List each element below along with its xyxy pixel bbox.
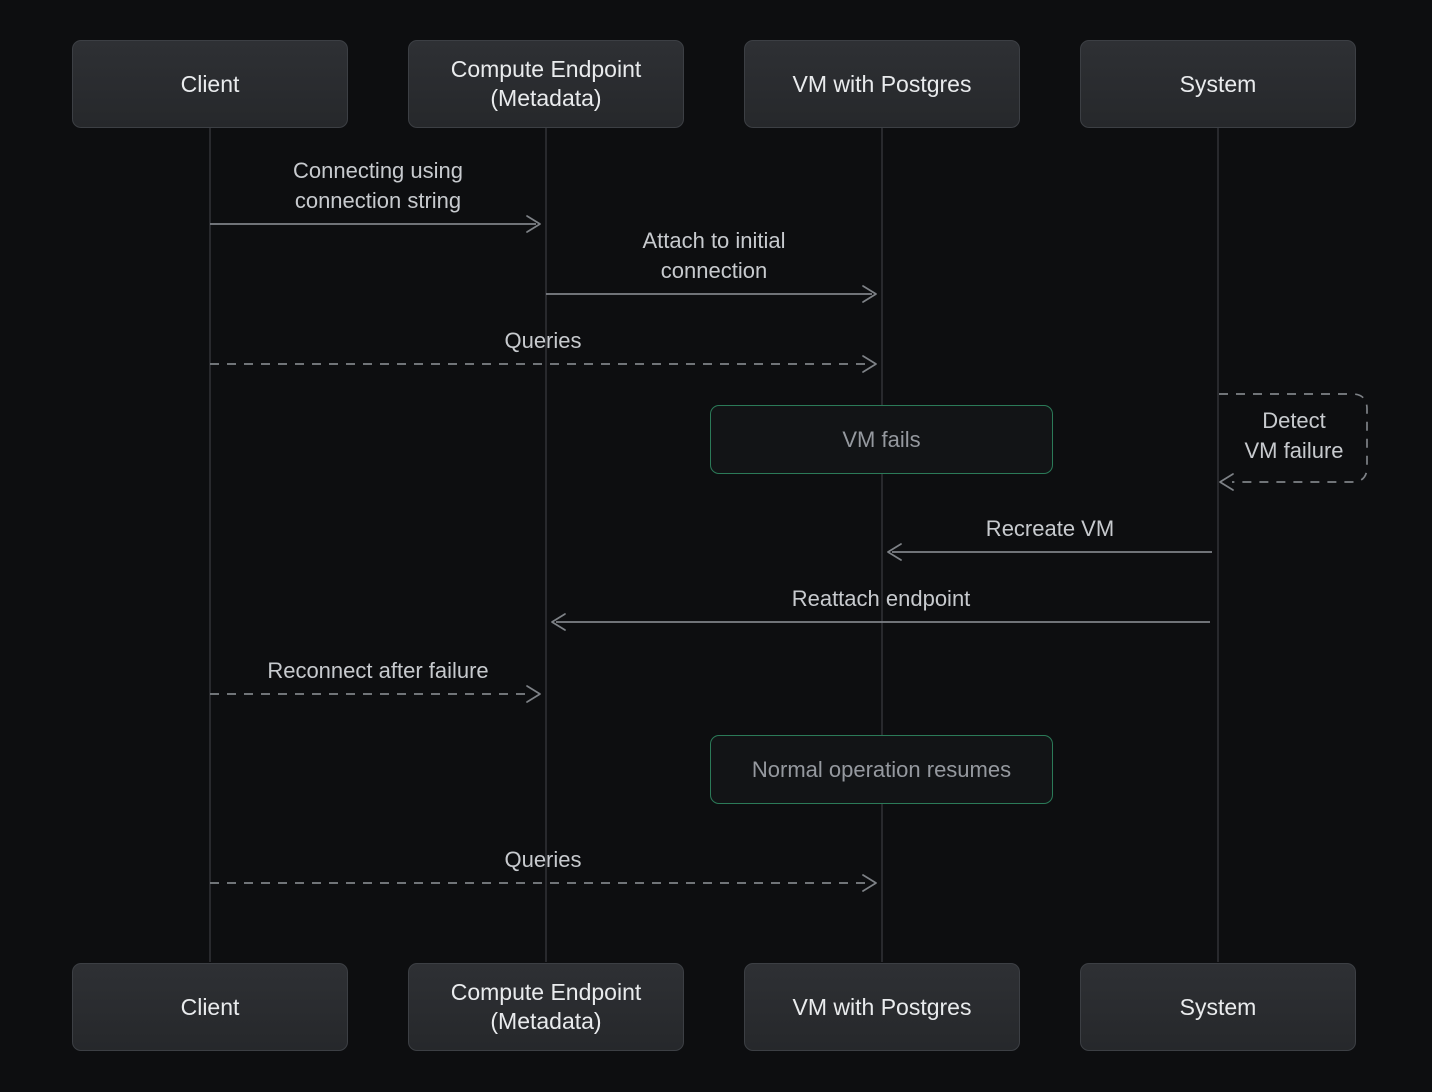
lifeline-vm-with-postgres <box>881 128 883 962</box>
note-vm-fails: VM fails <box>710 405 1053 474</box>
lifeline-compute-endpoint <box>545 128 547 962</box>
arrow-reconnect-after-failure <box>210 686 540 702</box>
arrow-queries-2 <box>210 875 876 891</box>
message-label-connecting-using-connection-string: Connecting using connection string <box>293 156 463 216</box>
arrow-connecting-using-connection-string <box>210 216 540 232</box>
message-label-reattach-endpoint: Reattach endpoint <box>792 584 971 614</box>
self-note-detect-vm-failure: Detect VM failure <box>1244 406 1343 466</box>
actor-system-top: System <box>1080 40 1356 128</box>
lifeline-system <box>1217 128 1219 962</box>
actor-compute-endpoint-bottom: Compute Endpoint (Metadata) <box>408 963 684 1051</box>
actor-client-bottom: Client <box>72 963 348 1051</box>
actor-vm-with-postgres-bottom: VM with Postgres <box>744 963 1020 1051</box>
actor-system-bottom: System <box>1080 963 1356 1051</box>
arrow-queries-1 <box>210 356 876 372</box>
arrow-attach-to-initial-connection <box>546 286 876 302</box>
arrow-recreate-vm <box>888 544 1212 560</box>
message-label-attach-to-initial-connection: Attach to initial connection <box>642 226 785 286</box>
message-label-recreate-vm: Recreate VM <box>986 514 1114 544</box>
sequence-diagram: Client Compute Endpoint (Metadata) VM wi… <box>0 0 1432 1092</box>
note-normal-operation-resumes: Normal operation resumes <box>710 735 1053 804</box>
actor-client-top: Client <box>72 40 348 128</box>
actor-compute-endpoint-top: Compute Endpoint (Metadata) <box>408 40 684 128</box>
message-label-queries-2: Queries <box>504 845 581 875</box>
message-label-queries-1: Queries <box>504 326 581 356</box>
lifeline-client <box>209 128 211 962</box>
actor-vm-with-postgres-top: VM with Postgres <box>744 40 1020 128</box>
message-label-reconnect-after-failure: Reconnect after failure <box>267 656 488 686</box>
